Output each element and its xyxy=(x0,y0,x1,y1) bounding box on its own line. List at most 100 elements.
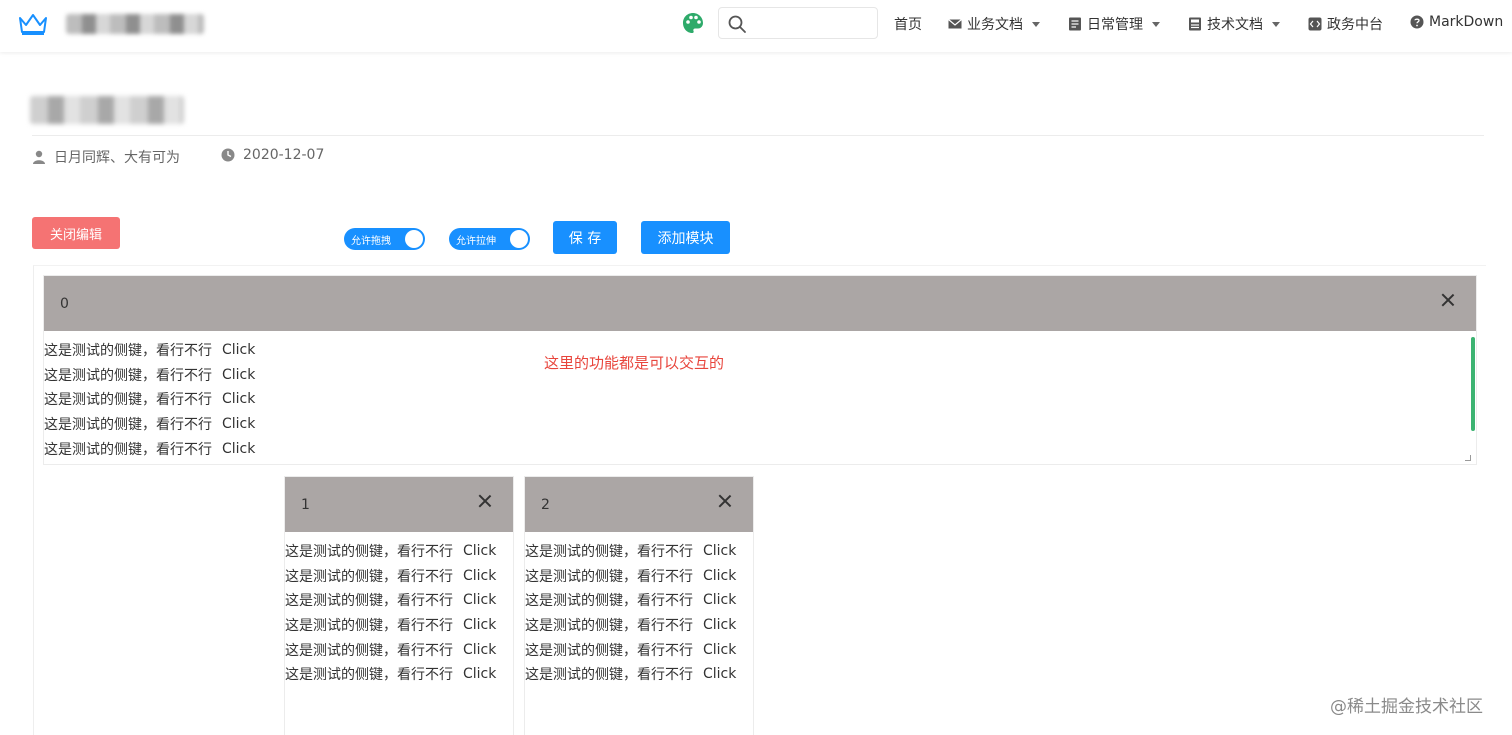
click-link[interactable]: Click xyxy=(703,543,736,559)
nav-item-label: MarkDown xyxy=(1429,14,1504,30)
author-meta: 日月同辉、大有可为 xyxy=(32,147,180,167)
line-text: 这是测试的侧键，看行不行 xyxy=(525,544,693,561)
top-navbar: 首页 业务文档 日常管理 技术文档 政务中台 MarkDown xyxy=(0,0,1512,52)
close-icon[interactable] xyxy=(477,493,493,509)
close-edit-button[interactable]: 关闭编辑 xyxy=(32,217,120,249)
crown-logo-icon[interactable] xyxy=(18,12,48,36)
click-link[interactable]: Click xyxy=(703,568,736,584)
module-id: 2 xyxy=(541,497,550,513)
list-item: 这是测试的侧键，看行不行 Click xyxy=(525,662,736,687)
caret-down-icon xyxy=(1032,21,1040,27)
line-text: 这是测试的侧键，看行不行 xyxy=(525,642,693,659)
click-link[interactable]: Click xyxy=(463,592,496,608)
line-text: 这是测试的侧键，看行不行 xyxy=(285,593,453,610)
list-item: 这是测试的侧键，看行不行 Click xyxy=(285,613,496,638)
line-text: 这是测试的侧键，看行不行 xyxy=(44,392,212,409)
grid-module-1[interactable]: 1 这是测试的侧键，看行不行 Click 这是测试的侧键，看行不行 Click 这是测试… xyxy=(284,476,514,735)
search-icon xyxy=(728,15,746,33)
list-item: 这是测试的侧键，看行不行 Click xyxy=(285,637,496,662)
caret-down-icon xyxy=(1152,21,1160,27)
click-link[interactable]: Click xyxy=(463,642,496,658)
mail-icon xyxy=(948,19,962,29)
publish-date: 2020-12-07 xyxy=(243,147,325,163)
resize-handle-icon[interactable] xyxy=(1465,455,1471,461)
click-link[interactable]: Click xyxy=(703,592,736,608)
module-lines: 这是测试的侧键，看行不行 Click 这是测试的侧键，看行不行 Click 这是测试的侧… xyxy=(285,539,496,687)
close-icon[interactable] xyxy=(1440,292,1456,308)
click-link[interactable]: Click xyxy=(222,367,255,383)
search-box[interactable] xyxy=(718,7,878,39)
watermark: @稀土掘金技术社区 xyxy=(1330,697,1483,717)
toggle-knob xyxy=(510,230,528,248)
click-link[interactable]: Click xyxy=(703,617,736,633)
toggle-knob xyxy=(405,230,423,248)
line-text: 这是测试的侧键，看行不行 xyxy=(285,667,453,684)
click-link[interactable]: Click xyxy=(222,391,255,407)
line-text: 这是测试的侧键，看行不行 xyxy=(525,568,693,585)
list-item: 这是测试的侧键，看行不行 Click xyxy=(525,539,736,564)
line-text: 这是测试的侧键，看行不行 xyxy=(525,593,693,610)
add-module-button[interactable]: 添加模块 xyxy=(641,221,730,254)
nav-item-daily-management[interactable]: 日常管理 xyxy=(1068,14,1160,34)
divider xyxy=(32,135,1484,136)
list-item: 这是测试的侧键，看行不行 Click xyxy=(525,588,736,613)
click-link[interactable]: Click xyxy=(463,666,496,682)
line-text: 这是测试的侧键，看行不行 xyxy=(525,618,693,635)
line-text: 这是测试的侧键，看行不行 xyxy=(44,441,212,458)
click-link[interactable]: Click xyxy=(222,416,255,432)
module-lines: 这是测试的侧键，看行不行 Click 这是测试的侧键，看行不行 Click 这是测试的侧… xyxy=(44,338,255,461)
list-item: 这是测试的侧键，看行不行 Click xyxy=(525,564,736,589)
clock-icon xyxy=(221,148,235,162)
list-item: 这是测试的侧键，看行不行 Click xyxy=(285,539,496,564)
allow-drag-toggle[interactable]: 允许拖拽 xyxy=(344,228,425,250)
page-title-blurred xyxy=(30,96,184,124)
list-item: 这是测试的侧键，看行不行 Click xyxy=(285,588,496,613)
module-header[interactable]: 2 xyxy=(525,477,753,532)
toggle-label: 允许拖拽 xyxy=(351,235,391,247)
click-link[interactable]: Click xyxy=(703,666,736,682)
line-text: 这是测试的侧键，看行不行 xyxy=(285,544,453,561)
line-text: 这是测试的侧键，看行不行 xyxy=(525,667,693,684)
toggle-label: 允许拉伸 xyxy=(456,235,496,247)
click-link[interactable]: Click xyxy=(463,568,496,584)
nav-item-label: 首页 xyxy=(894,17,922,33)
search-input[interactable] xyxy=(753,12,871,34)
nav-item-home[interactable]: 首页 xyxy=(894,14,922,34)
nav-item-label: 技术文档 xyxy=(1207,17,1263,33)
click-link[interactable]: Click xyxy=(463,617,496,633)
doc-icon xyxy=(1069,17,1081,31)
user-icon xyxy=(33,150,45,164)
allow-resize-toggle[interactable]: 允许拉伸 xyxy=(449,228,530,250)
list-item: 这是测试的侧键，看行不行 Click xyxy=(44,338,255,363)
save-button[interactable]: 保 存 xyxy=(553,221,617,254)
nav-item-label: 日常管理 xyxy=(1087,17,1143,33)
book-icon xyxy=(1189,17,1201,31)
nav-item-business-docs[interactable]: 业务文档 xyxy=(948,14,1040,34)
line-text: 这是测试的侧键，看行不行 xyxy=(285,568,453,585)
scrollbar[interactable] xyxy=(1471,337,1475,431)
click-link[interactable]: Click xyxy=(463,543,496,559)
module-id: 0 xyxy=(60,296,69,312)
click-link[interactable]: Click xyxy=(703,642,736,658)
grid-module-0[interactable]: 0 这是测试的侧键，看行不行 Click 这是测试的侧键，看行不行 Click 这是测试… xyxy=(43,275,1477,465)
palette-icon[interactable] xyxy=(682,12,704,34)
help-icon xyxy=(1410,15,1424,29)
module-id: 1 xyxy=(301,497,310,513)
module-header[interactable]: 0 xyxy=(44,276,1476,331)
list-item: 这是测试的侧键，看行不行 Click xyxy=(285,564,496,589)
nav-item-gov-platform[interactable]: 政务中台 xyxy=(1308,14,1383,34)
module-header[interactable]: 1 xyxy=(285,477,513,532)
click-link[interactable]: Click xyxy=(222,342,255,358)
nav-item-tech-docs[interactable]: 技术文档 xyxy=(1188,14,1280,34)
list-item: 这是测试的侧键，看行不行 Click xyxy=(44,387,255,412)
click-link[interactable]: Click xyxy=(222,441,255,457)
list-item: 这是测试的侧键，看行不行 Click xyxy=(44,436,255,461)
list-item: 这是测试的侧键，看行不行 Click xyxy=(525,637,736,662)
interactive-note: 这里的功能都是可以交互的 xyxy=(544,354,725,372)
line-text: 这是测试的侧键，看行不行 xyxy=(44,367,212,384)
close-icon[interactable] xyxy=(717,493,733,509)
grid-module-2[interactable]: 2 这是测试的侧键，看行不行 Click 这是测试的侧键，看行不行 Click 这是测试… xyxy=(524,476,754,735)
author-name: 日月同辉、大有可为 xyxy=(54,150,180,166)
site-name-blurred[interactable] xyxy=(66,14,204,34)
nav-item-markdown[interactable]: MarkDown xyxy=(1410,14,1503,30)
